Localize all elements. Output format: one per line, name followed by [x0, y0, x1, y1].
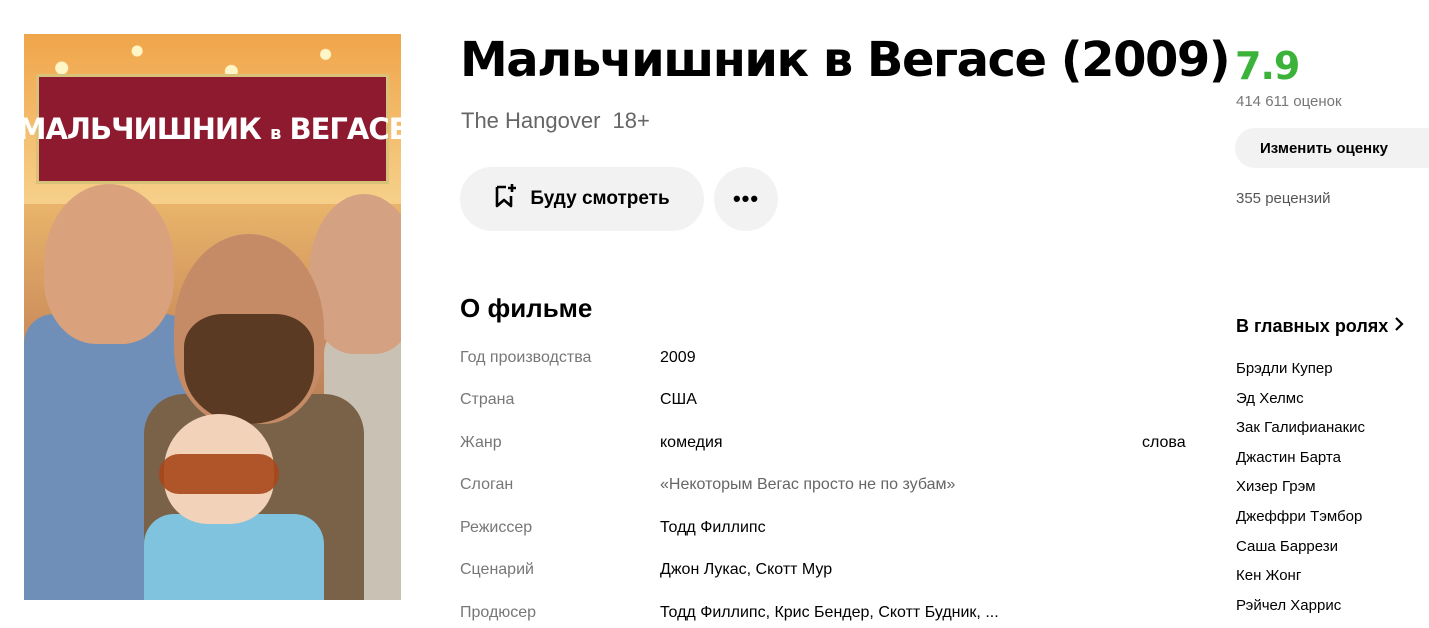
info-value[interactable]: Тодд Филлипс	[660, 519, 766, 537]
info-row-producer: Продюсер Тодд Филлипс, Крис Бендер, Скот…	[460, 604, 1190, 628]
bookmark-add-icon	[494, 183, 518, 215]
poster-figure	[44, 184, 174, 344]
poster-figure	[159, 454, 279, 494]
info-label: Жанр	[460, 434, 502, 451]
info-label: Год производства	[460, 349, 592, 366]
info-row-genre: Жанр комедия слова	[460, 434, 1190, 458]
cast-item[interactable]: Эд Хелмс	[1236, 390, 1365, 420]
reviews-link[interactable]: 355 рецензий	[1236, 190, 1331, 207]
cast-item[interactable]: Брэдли Купер	[1236, 360, 1365, 390]
info-value[interactable]: комедия	[660, 434, 723, 452]
cast-heading: В главных ролях	[1236, 316, 1389, 336]
page-title: Мальчишник в Вегасе (2009)	[460, 32, 1231, 88]
cast-item[interactable]: Хизер Грэм	[1236, 478, 1365, 508]
about-heading: О фильме	[460, 293, 593, 323]
info-label: Слоган	[460, 476, 514, 493]
info-value[interactable]: Тодд Филлипс, Крис Бендер, Скотт Будник,…	[660, 604, 999, 622]
cast-list: Брэдли Купер Эд Хелмс Зак Галифианакис Д…	[1236, 360, 1365, 626]
info-row-writer: Сценарий Джон Лукас, Скотт Мур	[460, 561, 1190, 585]
rating-value[interactable]: 7.9	[1235, 44, 1300, 88]
watch-later-label: Буду смотреть	[530, 188, 670, 209]
cast-item[interactable]: Джастин Барта	[1236, 449, 1365, 479]
poster-title: МАЛЬЧИШНИК в ВЕГАСЕ	[24, 112, 401, 146]
info-value[interactable]: Джон Лукас, Скотт Мур	[660, 561, 832, 579]
poster-figure	[144, 514, 324, 600]
info-value: «Некоторым Вегас просто не по зубам»	[660, 476, 956, 493]
cast-item[interactable]: Джеффри Тэмбор	[1236, 508, 1365, 538]
original-title-line: The Hangover 18+	[461, 108, 650, 134]
age-rating: 18+	[612, 108, 650, 133]
more-dots-icon: •••	[732, 186, 760, 211]
poster-title-banner: МАЛЬЧИШНИК в ВЕГАСЕ	[24, 74, 401, 184]
genre-keywords-link[interactable]: слова	[1142, 434, 1186, 452]
poster-figure	[184, 314, 314, 424]
watch-later-button[interactable]: Буду смотреть	[460, 167, 704, 231]
original-title: The Hangover	[461, 108, 601, 133]
cast-item[interactable]: Саша Баррези	[1236, 538, 1365, 568]
info-label: Сценарий	[460, 561, 534, 578]
info-value[interactable]: 2009	[660, 349, 696, 367]
info-row-tagline: Слоган «Некоторым Вегас просто не по зуб…	[460, 476, 1190, 500]
info-row-director: Режиссер Тодд Филлипс	[460, 519, 1190, 543]
info-label: Режиссер	[460, 519, 533, 536]
chevron-right-icon	[1394, 316, 1404, 337]
cast-heading-link[interactable]: В главных ролях	[1236, 316, 1404, 337]
info-label: Продюсер	[460, 604, 537, 621]
info-row-year: Год производства 2009	[460, 349, 1190, 373]
cast-item[interactable]: Кен Жонг	[1236, 567, 1365, 597]
more-button[interactable]: •••	[714, 167, 778, 231]
change-rating-button[interactable]: Изменить оценку	[1235, 128, 1429, 168]
movie-poster[interactable]: МАЛЬЧИШНИК в ВЕГАСЕ	[24, 34, 401, 600]
cast-item[interactable]: Зак Галифианакис	[1236, 419, 1365, 449]
info-value[interactable]: США	[660, 391, 697, 409]
info-label: Страна	[460, 391, 515, 408]
change-rating-label: Изменить оценку	[1260, 139, 1388, 157]
votes-count: 414 611 оценок	[1236, 93, 1342, 110]
info-row-country: Страна США	[460, 391, 1190, 415]
